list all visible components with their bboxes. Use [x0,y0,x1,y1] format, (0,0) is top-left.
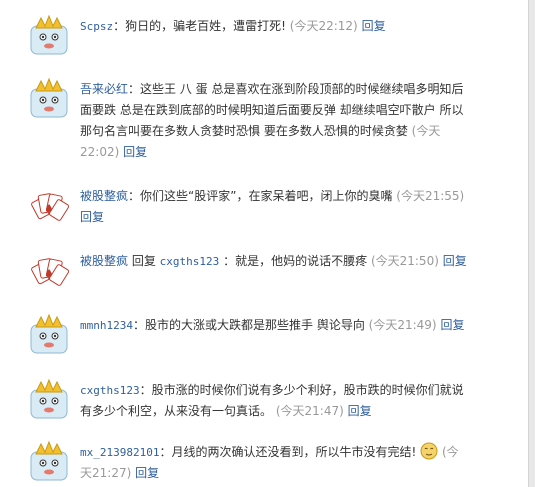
comment-content: cxgths123：股市涨的时候你们说有多少个利好，股市跌的时候你们就说有多少个… [80,380,468,422]
username-link[interactable]: mmnh1234 [80,319,133,332]
reply-to-label: 回复 [128,254,160,268]
username-link[interactable]: cxgths123 [80,384,140,397]
timestamp: (今天22:12) [289,19,358,33]
comment-content: mmnh1234：股市的大涨或大跌都是那些推手 舆论导向 (今天21:49) 回… [80,315,468,336]
username-link[interactable]: mx_213982101 [80,446,159,459]
comment-text: 狗日的，骗老百姓，遭雷打死! [125,19,286,33]
playing-cards-icon [31,193,70,221]
separator: ： [159,445,172,459]
comment-content: Scpsz：狗日的，骗老百姓，遭雷打死! (今天22:12) 回复 [80,16,468,37]
comment-text: 就是，他妈的说话不腰疼 [235,254,368,268]
avatar-face-icon [30,313,68,354]
comment-content: 被股整疯 回复 cxgths123 ：就是，他妈的说话不腰疼 (今天21:50)… [80,251,468,272]
avatar-face-icon [30,14,68,55]
avatar[interactable] [28,249,70,291]
scrollbar[interactable] [528,0,535,487]
timestamp: (今天21:47) [275,404,344,418]
comment-text: 你们这些“股评家”，在家呆着吧，闭上你的臭嘴 [140,189,393,203]
separator: ： [132,318,145,332]
avatar[interactable] [28,184,70,226]
playing-cards-icon [31,258,70,286]
separator: ： [219,254,236,268]
avatar-face-icon [30,77,68,118]
avatar[interactable] [28,440,70,482]
username-link[interactable]: Scpsz [80,20,113,33]
reply-target-link[interactable]: cxgths123 [160,255,220,268]
timestamp: (今天21:50) [370,254,439,268]
separator: ： [128,189,141,203]
username-link[interactable]: 被股整疯 [80,254,128,268]
separator: ： [139,383,152,397]
username-link[interactable]: 吾来必红 [80,82,128,96]
separator: ： [113,19,126,33]
avatar[interactable] [28,77,70,119]
avatar[interactable] [28,313,70,355]
comment-content: mx_213982101：月线的两次确认还没看到，所以牛市没有完结! (今天21… [80,442,468,484]
reply-link[interactable]: 回复 [348,404,372,418]
reply-link[interactable]: 回复 [443,254,467,268]
reply-link[interactable]: 回复 [440,318,464,332]
avatar-face-icon [30,378,68,419]
avatar[interactable] [28,378,70,420]
reply-link[interactable]: 回复 [123,145,147,159]
comment-content: 吾来必红：这些王 八 蛋 总是喜欢在涨到阶段顶部的时候继续唱多明知后面要跌 总是… [80,79,468,163]
avatar-face-icon [30,440,68,481]
timestamp: (今天21:49) [368,318,437,332]
reply-link[interactable]: 回复 [135,466,159,480]
separator: ： [128,82,141,96]
reply-link[interactable]: 回复 [80,210,104,224]
comment-text: 月线的两次确认还没看到，所以牛市没有完结! [171,445,417,459]
comment-text: 股市的大涨或大跌都是那些推手 舆论导向 [145,318,365,332]
timestamp: (今天21:55) [396,189,465,203]
username-link[interactable]: 被股整疯 [80,189,128,203]
emoticon-icon [420,442,438,460]
comment-content: 被股整疯：你们这些“股评家”，在家呆着吧，闭上你的臭嘴 (今天21:55) 回复 [80,186,468,228]
reply-link[interactable]: 回复 [362,19,386,33]
avatar[interactable] [28,14,70,56]
